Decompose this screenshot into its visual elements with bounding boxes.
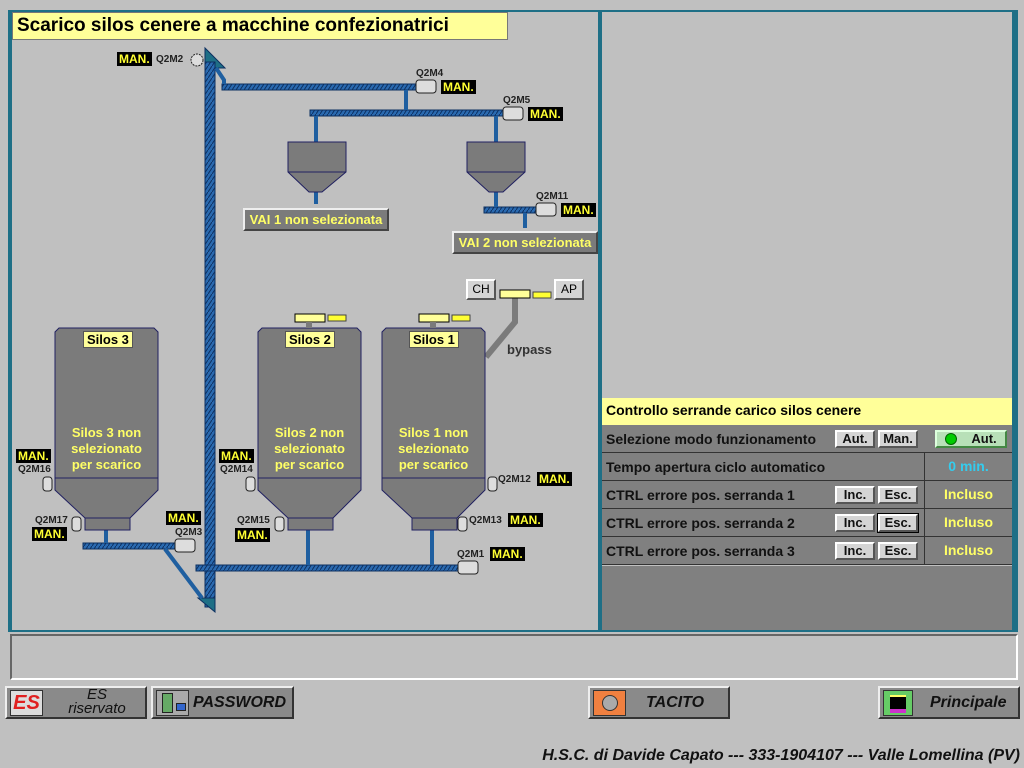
inc-button[interactable]: Inc. (835, 542, 875, 560)
control-panel-filler (602, 566, 1012, 630)
bypass-close-button[interactable]: CH (466, 279, 496, 300)
motor-q2m14-icon (245, 476, 256, 492)
es-label: ES riservato (68, 686, 126, 717)
serranda-status: Incluso (924, 537, 1012, 564)
man-badge-q2m11[interactable]: MAN. (561, 203, 596, 217)
silo-3-shape (54, 327, 159, 519)
silos-1-status[interactable]: Silos 1 non selezionato per scarico (382, 425, 485, 473)
control-table-header: Controllo serrande carico silos cenere (602, 398, 1012, 425)
man-badge-q2m14[interactable]: MAN. (219, 449, 254, 463)
serranda-row-2: CTRL errore pos. serranda 2 Inc. Esc. In… (602, 509, 1012, 537)
serranda-status: Incluso (924, 509, 1012, 536)
mode-aut-button[interactable]: Aut. (835, 430, 875, 448)
principale-button[interactable]: Principale (878, 686, 1020, 719)
silos-2-status[interactable]: Silos 2 non selezionato per scarico (258, 425, 361, 473)
status-led-icon (945, 433, 958, 445)
motor-label-q2m12: Q2M12 (498, 474, 531, 485)
man-badge-q2m17[interactable]: MAN. (32, 527, 67, 541)
es-icon: ES (10, 690, 43, 716)
motor-label-q2m14: Q2M14 (220, 464, 253, 475)
elevator-foot (196, 597, 216, 614)
home-screen-icon (883, 690, 913, 716)
esc-button[interactable]: Esc. (877, 513, 919, 533)
motor-label-q2m15: Q2M15 (237, 515, 270, 526)
tacito-label: TACITO (646, 694, 705, 711)
inc-button[interactable]: Inc. (835, 486, 875, 504)
motor-q2m11-icon (535, 202, 557, 217)
conveyor-q2m3 (82, 542, 176, 550)
silos-3-status[interactable]: Silos 3 non selezionato per scarico (55, 425, 158, 473)
motor-label-q2m2: Q2M2 (156, 54, 184, 65)
serranda-label: CTRL errore pos. serranda 1 (606, 487, 795, 503)
man-badge-q2m15[interactable]: MAN. (235, 528, 270, 542)
bypass-label: bypass (507, 342, 552, 357)
conveyor-q2m1 (195, 564, 459, 572)
vai-2-status[interactable]: VAI 2 non selezionata (452, 231, 598, 254)
esc-button[interactable]: Esc. (878, 486, 918, 504)
time-row: Tempo apertura ciclo automatico 0 min. (602, 453, 1012, 481)
password-label: PASSWORD (193, 694, 287, 711)
motor-q2m15-icon (274, 516, 285, 532)
mode-row: Selezione modo funzionamento Aut. Man. A… (602, 425, 1012, 453)
hopper-2 (466, 141, 526, 193)
silo-1-shape (381, 327, 486, 519)
motor-label-q2m4: Q2M4 (416, 68, 444, 79)
time-value[interactable]: 0 min. (924, 453, 1012, 480)
vai-1-status[interactable]: VAI 1 non selezionata (243, 208, 389, 231)
serranda-row-3: CTRL errore pos. serranda 3 Inc. Esc. In… (602, 537, 1012, 565)
keypad-icon (156, 690, 189, 716)
conveyor-q2m11 (483, 206, 537, 214)
es-reserved-button[interactable]: ES ES riservato (5, 686, 147, 719)
man-badge-q2m12[interactable]: MAN. (537, 472, 572, 486)
bypass-open-button[interactable]: AP (554, 279, 584, 300)
inc-button[interactable]: Inc. (835, 514, 875, 532)
man-badge-q2m13[interactable]: MAN. (508, 513, 543, 527)
man-badge-q2m4[interactable]: MAN. (441, 80, 476, 94)
motor-label-q2m16: Q2M16 (18, 464, 51, 475)
footer-credits: H.S.C. di Davide Capato --- 333-1904107 … (542, 747, 1020, 764)
message-bar (10, 634, 1018, 680)
esc-button[interactable]: Esc. (878, 542, 918, 560)
silos-2-label: Silos 2 (285, 331, 335, 348)
principale-label: Principale (930, 694, 1007, 711)
silence-icon (593, 690, 626, 716)
motor-q2m3-icon (174, 538, 196, 553)
serranda-label: CTRL errore pos. serranda 3 (606, 543, 795, 559)
motor-q2m4-icon (415, 79, 437, 94)
conveyor-q2m4 (221, 83, 417, 91)
time-label: Tempo apertura ciclo automatico (606, 459, 826, 475)
motor-q2m16-icon (42, 476, 53, 492)
motor-label-q2m11: Q2M11 (536, 191, 569, 202)
mode-state-indicator: Aut. (935, 430, 1007, 448)
conveyor-q2m5 (309, 109, 504, 117)
elevator (204, 61, 216, 608)
motor-label-q2m5: Q2M5 (503, 95, 531, 106)
serranda-label: CTRL errore pos. serranda 2 (606, 515, 795, 531)
mode-man-button[interactable]: Man. (878, 430, 918, 448)
man-badge-q2m3[interactable]: MAN. (166, 511, 201, 525)
silos-1-label: Silos 1 (409, 331, 459, 348)
motor-q2m5-icon (502, 106, 524, 121)
serranda-row-1: CTRL errore pos. serranda 1 Inc. Esc. In… (602, 481, 1012, 509)
silo-2-shape (257, 327, 362, 519)
motor-q2m12-icon (487, 476, 498, 492)
motor-q2m13-icon (457, 516, 468, 532)
man-badge-q2m1[interactable]: MAN. (490, 547, 525, 561)
motor-q2m2-icon (190, 53, 204, 67)
motor-label-q2m17: Q2M17 (35, 515, 68, 526)
hopper-1 (287, 141, 347, 193)
motor-q2m17-icon (71, 516, 82, 532)
motor-label-q2m1: Q2M1 (457, 549, 485, 560)
password-button[interactable]: PASSWORD (151, 686, 294, 719)
man-badge-q2m16[interactable]: MAN. (16, 449, 51, 463)
silos-3-label: Silos 3 (83, 331, 133, 348)
man-badge-q2m5[interactable]: MAN. (528, 107, 563, 121)
mode-label: Selezione modo funzionamento (606, 431, 817, 447)
motor-label-q2m13: Q2M13 (469, 515, 502, 526)
man-badge-q2m2[interactable]: MAN. (117, 52, 152, 66)
motor-q2m1-icon (457, 560, 479, 575)
serranda-status: Incluso (924, 481, 1012, 508)
motor-label-q2m3: Q2M3 (175, 527, 203, 538)
tacito-button[interactable]: TACITO (588, 686, 730, 719)
